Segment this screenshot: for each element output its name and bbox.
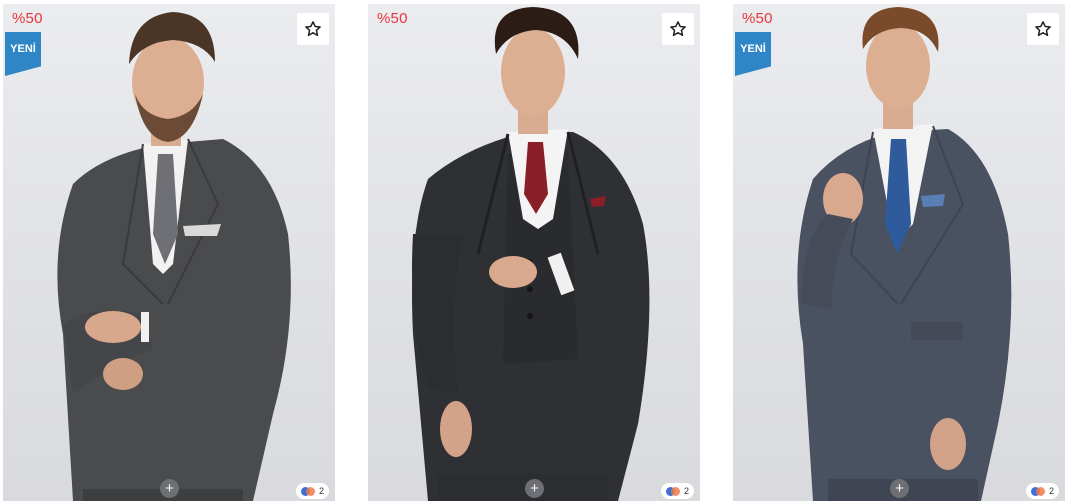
color-dots-icon [665,486,680,496]
favorite-button[interactable] [662,13,694,45]
star-outline-icon [1035,21,1051,37]
star-outline-icon [670,21,686,37]
product-image[interactable] [733,4,1065,501]
color-count: 2 [1048,486,1054,496]
product-card-3[interactable]: %50 YENİ + 2 [733,4,1065,501]
add-button[interactable]: + [525,479,544,498]
product-card-1[interactable]: %50 YENİ + 2 [3,4,335,501]
color-variants[interactable]: 2 [660,483,694,499]
add-button[interactable]: + [160,479,179,498]
discount-label: %50 [12,10,43,27]
product-card-2[interactable]: %50 + 2 [368,4,700,501]
discount-label: %50 [377,10,408,27]
product-grid: %50 YENİ + 2 %50 + 2 %50 YENİ + 2 [0,0,1068,504]
color-count: 2 [318,486,324,496]
add-button[interactable]: + [890,479,909,498]
color-dots-icon [1030,486,1045,496]
color-dots-icon [300,486,315,496]
color-variants[interactable]: 2 [1025,483,1059,499]
favorite-button[interactable] [297,13,329,45]
plus-icon: + [895,480,904,497]
favorite-button[interactable] [1027,13,1059,45]
plus-icon: + [165,480,174,497]
plus-icon: + [530,480,539,497]
color-count: 2 [683,486,689,496]
color-variants[interactable]: 2 [295,483,329,499]
discount-label: %50 [742,10,773,27]
product-image[interactable] [3,4,335,501]
product-image[interactable] [368,4,700,501]
star-outline-icon [305,21,321,37]
